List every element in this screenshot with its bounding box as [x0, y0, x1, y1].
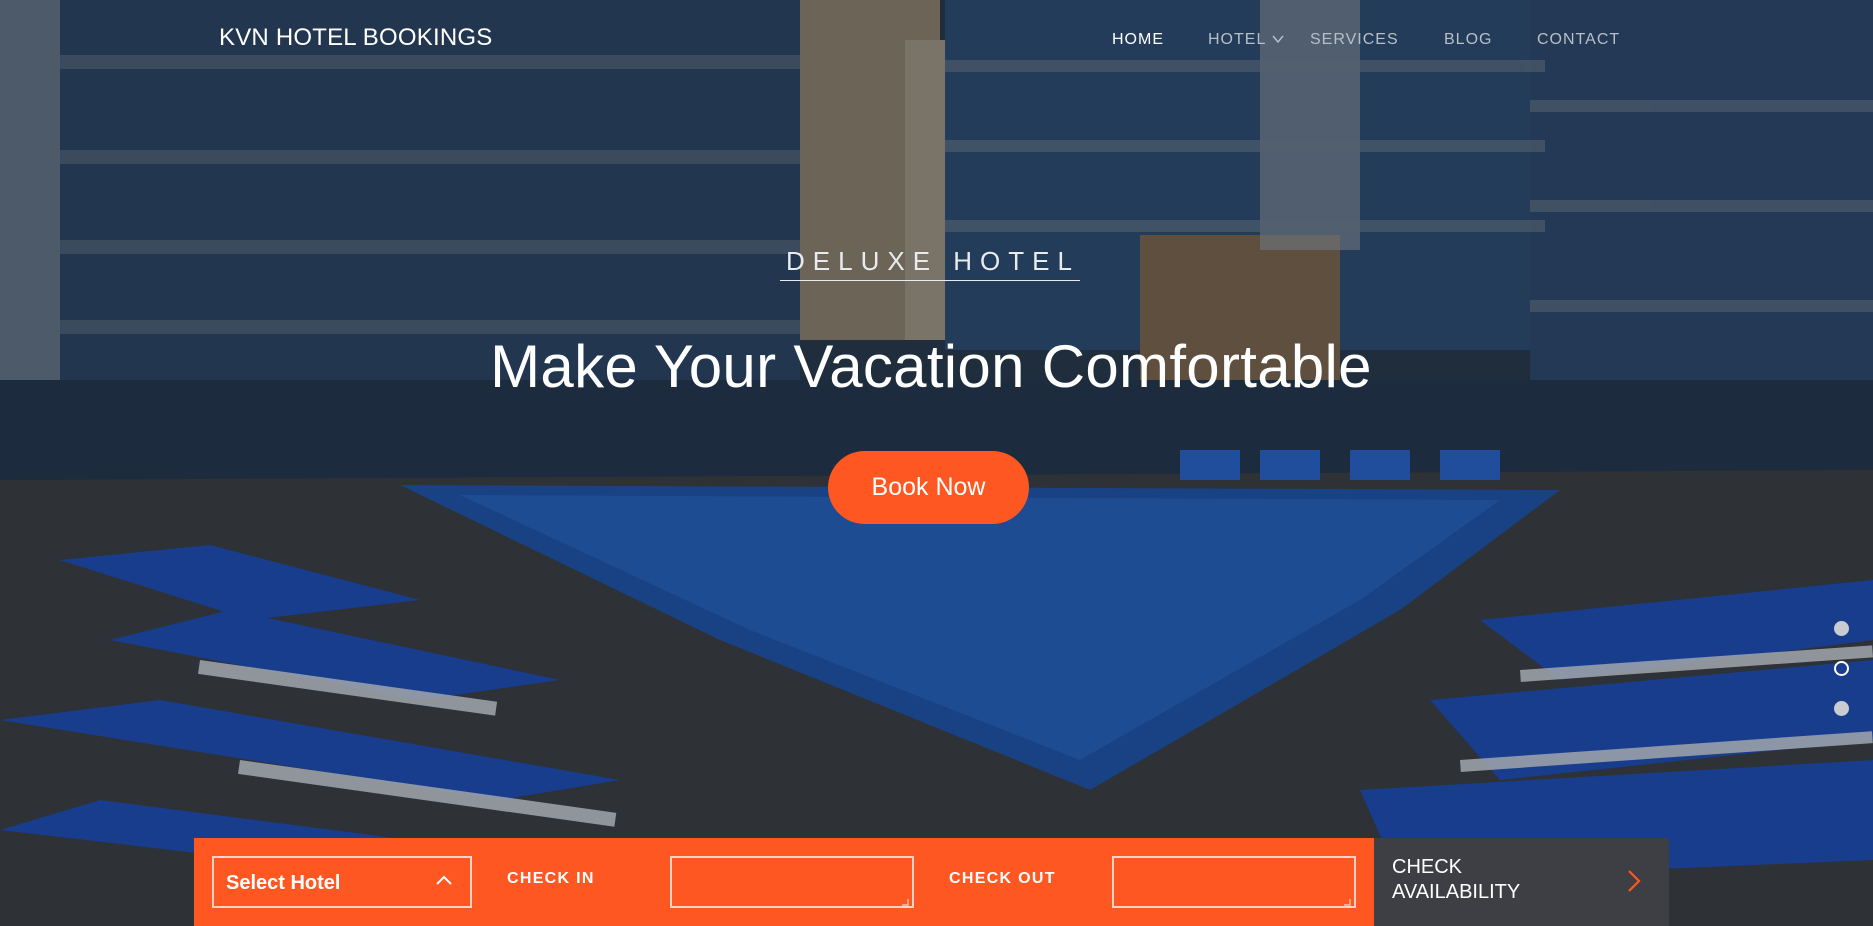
nav-item-services[interactable]: SERVICES	[1310, 31, 1399, 49]
check-out-input[interactable]	[1112, 856, 1356, 908]
slider-pagination	[1832, 621, 1850, 721]
main-nav: HOME HOTEL SERVICES BLOG CONTACT	[0, 31, 1873, 55]
nav-item-blog[interactable]: BLOG	[1444, 31, 1492, 49]
hero-headline: Make Your Vacation Comfortable	[490, 333, 1372, 400]
nav-item-contact[interactable]: CONTACT	[1537, 31, 1620, 49]
slider-dot-1[interactable]	[1834, 621, 1849, 636]
check-availability-label: CHECK AVAILABILITY	[1392, 856, 1521, 903]
check-in-label: CHECK IN	[507, 870, 595, 887]
select-hotel-label: Select Hotel	[226, 872, 341, 894]
select-hotel-dropdown[interactable]: Select Hotel	[212, 856, 472, 908]
book-now-button[interactable]: Book Now	[828, 451, 1029, 524]
hero-eyebrow-text: DELUXE HOTEL	[780, 246, 1080, 281]
slider-dot-2-active[interactable]	[1834, 661, 1849, 676]
chevron-up-icon	[436, 875, 452, 885]
resize-handle-icon	[1344, 899, 1351, 906]
hero-section: KVN HOTEL BOOKINGS HOME HOTEL SERVICES B…	[0, 0, 1873, 926]
nav-item-hotel[interactable]: HOTEL	[1208, 31, 1266, 49]
chevron-right-icon	[1628, 870, 1641, 892]
check-out-label: CHECK OUT	[949, 870, 1056, 887]
booking-bar: Select Hotel CHECK IN CHECK OUT CHECK AV…	[194, 838, 1669, 926]
slider-dot-3[interactable]	[1834, 701, 1849, 716]
chevron-down-icon[interactable]	[1272, 35, 1284, 44]
check-availability-button[interactable]: CHECK AVAILABILITY	[1374, 838, 1669, 926]
booking-fields-panel: Select Hotel CHECK IN CHECK OUT	[194, 838, 1374, 926]
resize-handle-icon	[902, 899, 909, 906]
check-in-input[interactable]	[670, 856, 914, 908]
nav-item-home[interactable]: HOME	[1112, 31, 1164, 49]
hero-eyebrow: DELUXE HOTEL	[0, 246, 1860, 281]
